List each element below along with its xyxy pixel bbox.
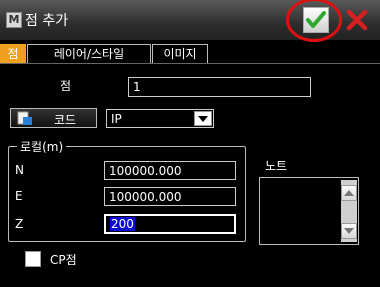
- n-label: N: [15, 163, 24, 177]
- n-field[interactable]: 100000.000: [104, 161, 236, 180]
- add-point-dialog: M 점 추가 점 레이어/스타일 이미지 점 1 코드 IP 로컬(m) N 1…: [0, 0, 380, 287]
- point-name-field[interactable]: 1: [128, 77, 311, 97]
- point-label: 점: [60, 79, 72, 93]
- tab-bar: 점 레이어/스타일 이미지: [0, 44, 380, 64]
- window-title: 점 추가: [25, 13, 69, 29]
- arrow-up-icon: [344, 190, 354, 196]
- notes-scrollbar[interactable]: [341, 180, 357, 242]
- z-label: Z: [15, 217, 24, 231]
- cancel-button[interactable]: [344, 7, 370, 33]
- tab-image[interactable]: 이미지: [152, 44, 208, 64]
- tab-divider: [0, 63, 380, 64]
- cp-point-label: CP점: [50, 253, 77, 267]
- scroll-up-button[interactable]: [341, 185, 357, 201]
- arrow-down-icon: [344, 228, 354, 234]
- app-icon: M: [6, 12, 22, 28]
- scroll-down-button[interactable]: [341, 223, 357, 239]
- code-button-label: 코드: [54, 113, 77, 127]
- tab-layer-style[interactable]: 레이어/스타일: [27, 44, 151, 64]
- code-dropdown-button[interactable]: [194, 111, 212, 126]
- z-value: 200: [110, 217, 135, 231]
- code-icon: [17, 111, 32, 125]
- code-button[interactable]: 코드: [10, 108, 97, 128]
- title-bar: M 점 추가: [0, 0, 380, 42]
- e-label: E: [15, 189, 23, 203]
- point-name-value: 1: [133, 80, 141, 94]
- z-field[interactable]: 200: [104, 214, 236, 234]
- notes-label: 노트: [265, 159, 288, 173]
- notes-textarea[interactable]: [259, 177, 359, 245]
- close-icon: [346, 9, 368, 31]
- chevron-down-icon: [198, 115, 208, 122]
- e-value: 100000.000: [109, 190, 182, 204]
- e-field[interactable]: 100000.000: [104, 187, 236, 206]
- highlight-ring: [286, 0, 342, 42]
- local-group-title: 로컬(m): [17, 138, 67, 155]
- tab-point[interactable]: 점: [0, 44, 26, 64]
- n-value: 100000.000: [109, 164, 182, 178]
- cp-point-checkbox[interactable]: [25, 251, 41, 267]
- code-select-value: IP: [111, 112, 122, 126]
